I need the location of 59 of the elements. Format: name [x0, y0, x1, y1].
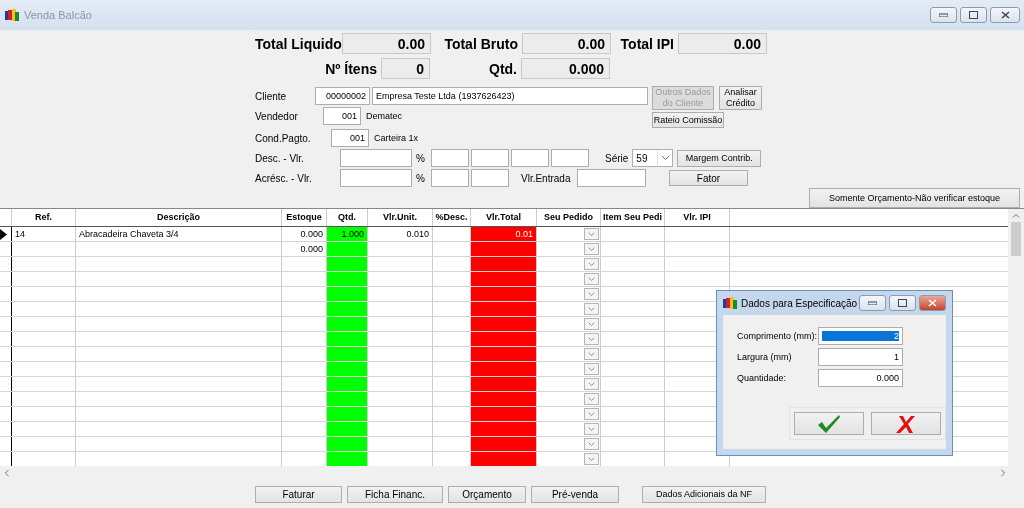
field-label: Acrésc. - Vlr. [255, 172, 313, 184]
field-label: Quantidade: [737, 372, 788, 383]
total-value: 0.00 [678, 33, 767, 54]
series-label: Série [605, 152, 629, 164]
input-field[interactable]: 1 [818, 347, 903, 366]
series-select[interactable]: 59 [632, 149, 674, 167]
total-label: Qtd. [488, 60, 518, 77]
total-label: Total IPI [619, 35, 675, 52]
column-header[interactable]: Qtd. [327, 209, 368, 226]
field-label: Cliente [255, 90, 288, 102]
percent-label: % [415, 172, 426, 184]
percent-label: % [415, 152, 426, 164]
client-code-field[interactable]: 00000002 [315, 87, 370, 105]
total-label: Nº Ítens [324, 60, 378, 77]
payment-name: Carteira 1x [374, 133, 418, 143]
window-title: Venda Balcão [24, 9, 93, 21]
column-header[interactable]: Item Seu Pedi [601, 209, 665, 226]
field-label: Largura (mm) [737, 351, 793, 362]
column-header[interactable]: Vlr.Unit. [368, 209, 433, 226]
footer-button[interactable]: Dados Adicionais da NF [642, 485, 766, 503]
column-header[interactable]: Vlr. IPI [665, 209, 730, 226]
column-header[interactable]: Ref. [12, 209, 76, 226]
column-header[interactable]: Estoque [282, 209, 327, 226]
table-cell: 0.010 [368, 227, 433, 241]
field-label: Desc. - Vlr. [255, 152, 305, 164]
table-cell: Abracadeira Chaveta 3/4 [76, 227, 282, 241]
seller-code-field[interactable]: 001 [323, 107, 361, 125]
entry-value-label: Vlr.Entrada [521, 172, 572, 184]
factor-button[interactable]: Fator [669, 170, 748, 186]
total-label: Total Bruto [443, 35, 519, 52]
footer-button[interactable]: Faturar [255, 485, 342, 503]
dialog-title: Dados para Especificação [741, 297, 859, 309]
margin-button[interactable]: Margem Contrib. [677, 149, 762, 167]
field-label: Vendedor [255, 110, 299, 122]
column-header[interactable]: Vlr.Total [471, 209, 537, 226]
total-value: 0.00 [522, 33, 611, 54]
field-label: Comprimento (mm): [737, 330, 818, 341]
column-header[interactable]: Descrição [76, 209, 282, 226]
input-field[interactable]: 0.000 [818, 368, 903, 387]
table-cell: 14 [12, 227, 76, 241]
commission-button[interactable]: Rateio Comissão [652, 112, 724, 128]
table-cell: 0.01 [471, 227, 537, 241]
column-header[interactable]: %Desc. [433, 209, 471, 226]
footer-button[interactable]: Orçamento [448, 485, 526, 503]
table-cell: 1.000 [327, 227, 368, 241]
total-value: 0 [381, 58, 430, 79]
total-label: Total Liquido [255, 35, 342, 52]
total-value: 0.000 [521, 58, 610, 79]
budget-only-button[interactable]: Somente Orçamento-Não verificar estoque [809, 188, 1020, 208]
client-name-field[interactable]: Empresa Teste Ltda (1937626423) [372, 87, 648, 105]
payment-code-field[interactable]: 001 [331, 129, 369, 147]
column-header[interactable]: Seu Pedido [537, 209, 601, 226]
footer-button[interactable]: Ficha Financ. [347, 485, 443, 503]
total-value: 0.00 [342, 33, 431, 54]
analyze-credit-button[interactable]: Analisar Crédito [719, 86, 762, 110]
field-label: Cond.Pagto. [255, 132, 312, 144]
seller-name: Dematec [366, 111, 402, 121]
input-field[interactable]: 2 [818, 326, 903, 345]
footer-button[interactable]: Pré-venda [531, 485, 619, 503]
